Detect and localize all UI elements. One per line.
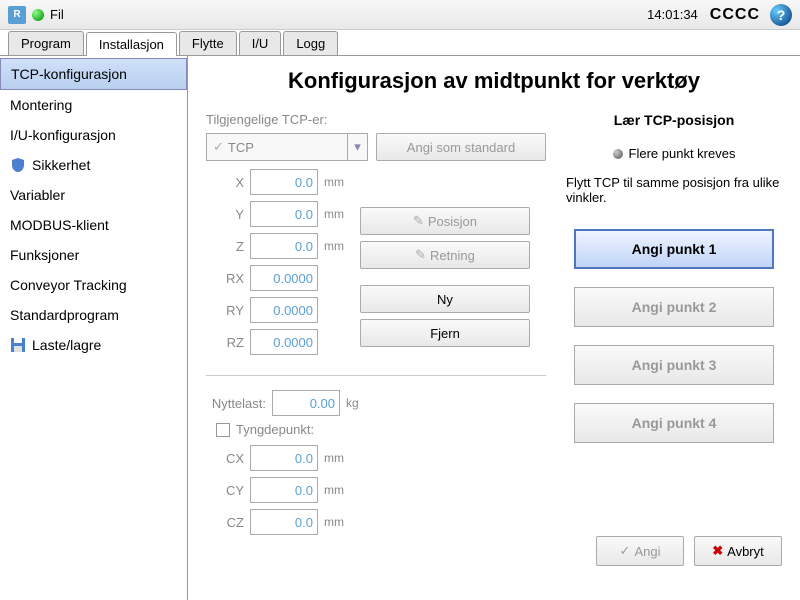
cancel-button[interactable]: ✖Avbryt <box>694 536 782 566</box>
sidebar-item-label: Variabler <box>10 187 65 203</box>
input-z[interactable] <box>250 233 318 259</box>
tcp-select[interactable]: ✓ TCP ▾ <box>206 133 368 161</box>
input-rx[interactable] <box>250 265 318 291</box>
set-point-3-button[interactable]: Angi punkt 3 <box>574 345 774 385</box>
tab-logg[interactable]: Logg <box>283 31 338 55</box>
label-cy: CY <box>206 483 244 498</box>
unit-y: mm <box>324 207 344 221</box>
sidebar-item-0[interactable]: TCP-konfigurasjon <box>0 58 187 90</box>
sidebar: TCP-konfigurasjon Montering I/U-konfiguras… <box>0 56 188 600</box>
close-icon: ✖ <box>712 543 723 559</box>
sidebar-item-8[interactable]: Standardprogram <box>0 300 187 330</box>
set-point-1-button[interactable]: Angi punkt 1 <box>574 229 774 269</box>
sidebar-item-3[interactable]: Sikkerhet <box>0 150 187 180</box>
tab-program[interactable]: Program <box>8 31 84 55</box>
unit-x: mm <box>324 175 344 189</box>
info-dot-icon <box>613 149 623 159</box>
set-point-2-button[interactable]: Angi punkt 2 <box>574 287 774 327</box>
sidebar-item-label: Conveyor Tracking <box>10 277 127 293</box>
remove-button[interactable]: Fjern <box>360 319 530 347</box>
input-payload[interactable] <box>272 390 340 416</box>
label-cz: CZ <box>206 515 244 530</box>
new-button[interactable]: Ny <box>360 285 530 313</box>
shield-icon <box>10 157 26 173</box>
input-y[interactable] <box>250 201 318 227</box>
tabs: ProgramInstallasjonFlytteI/ULogg <box>0 30 800 56</box>
position-button[interactable]: ✎Posisjon <box>360 207 530 235</box>
sidebar-item-label: Laste/lagre <box>32 337 101 353</box>
sidebar-item-4[interactable]: Variabler <box>0 180 187 210</box>
menu-file[interactable]: Fil <box>50 7 64 22</box>
tcp-select-value: TCP <box>228 140 254 155</box>
label-ry: RY <box>206 303 244 318</box>
set-default-button[interactable]: Angi som standard <box>376 133 546 161</box>
input-rz[interactable] <box>250 329 318 355</box>
unit-z: mm <box>324 239 344 253</box>
payload-label: Nyttelast: <box>206 396 266 411</box>
tab-flytte[interactable]: Flytte <box>179 31 237 55</box>
sidebar-item-6[interactable]: Funksjoner <box>0 240 187 270</box>
sidebar-item-2[interactable]: I/U-konfigurasjon <box>0 120 187 150</box>
set-point-4-button[interactable]: Angi punkt 4 <box>574 403 774 443</box>
direction-button[interactable]: ✎Retning <box>360 241 530 269</box>
input-cz[interactable] <box>250 509 318 535</box>
tab-i/u[interactable]: I/U <box>239 31 282 55</box>
page-title: Konfigurasjon av midtpunkt for verktøy <box>206 68 782 94</box>
status-cccc: CCCC <box>710 6 760 24</box>
tab-installasjon[interactable]: Installasjon <box>86 32 177 56</box>
sidebar-item-9[interactable]: Laste/lagre <box>0 330 187 360</box>
set-button[interactable]: ✓Angi <box>596 536 684 566</box>
cog-checkbox[interactable] <box>216 423 230 437</box>
disk-icon <box>10 337 26 353</box>
label-cx: CX <box>206 451 244 466</box>
sidebar-item-7[interactable]: Conveyor Tracking <box>0 270 187 300</box>
cog-label: Tyngdepunkt: <box>236 422 314 437</box>
unit-payload: kg <box>346 396 359 410</box>
sidebar-item-label: Standardprogram <box>10 307 119 323</box>
teach-title: Lær TCP-posisjon <box>566 112 782 128</box>
label-z: Z <box>206 239 244 254</box>
teach-info: Flere punkt kreves <box>629 146 736 161</box>
input-ry[interactable] <box>250 297 318 323</box>
sidebar-item-label: I/U-konfigurasjon <box>10 127 116 143</box>
label-rz: RZ <box>206 335 244 350</box>
sidebar-item-label: Sikkerhet <box>32 157 90 173</box>
sidebar-item-1[interactable]: Montering <box>0 90 187 120</box>
input-cy[interactable] <box>250 477 318 503</box>
input-cx[interactable] <box>250 445 318 471</box>
check-icon: ✓ <box>620 543 631 559</box>
status-dot-icon <box>32 9 44 21</box>
sidebar-item-label: Funksjoner <box>10 247 79 263</box>
help-icon[interactable]: ? <box>770 4 792 26</box>
sidebar-item-5[interactable]: MODBUS-klient <box>0 210 187 240</box>
chevron-down-icon: ▾ <box>347 134 367 160</box>
teach-desc: Flytt TCP til samme posisjon fra ulike v… <box>566 175 782 205</box>
clock: 14:01:34 <box>647 7 698 22</box>
label-x: X <box>206 175 244 190</box>
sidebar-item-label: MODBUS-klient <box>10 217 109 233</box>
sidebar-item-label: TCP-konfigurasjon <box>11 66 127 82</box>
sidebar-item-label: Montering <box>10 97 72 113</box>
ur-logo: R <box>8 6 26 24</box>
input-x[interactable] <box>250 169 318 195</box>
available-tcp-label: Tilgjengelige TCP-er: <box>206 112 546 127</box>
label-rx: RX <box>206 271 244 286</box>
label-y: Y <box>206 207 244 222</box>
